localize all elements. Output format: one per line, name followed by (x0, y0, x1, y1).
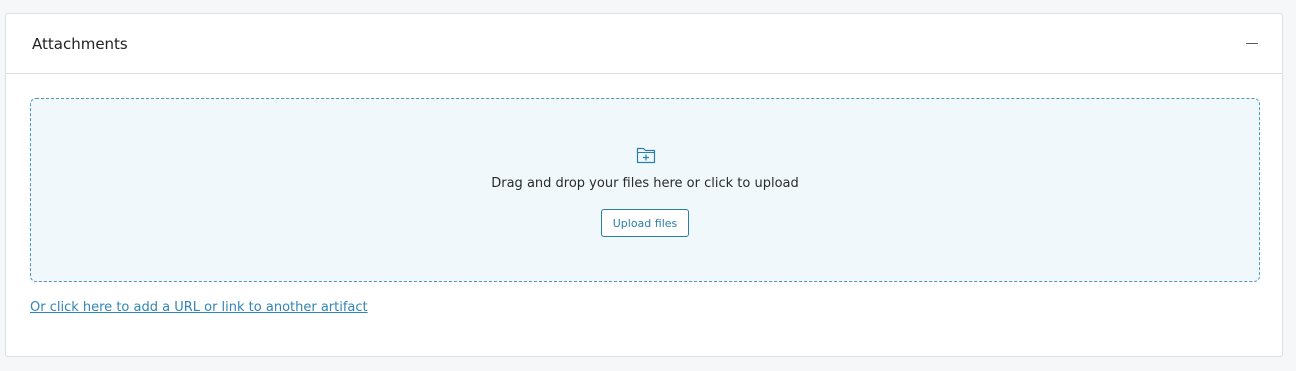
add-url-link[interactable]: Or click here to add a URL or link to an… (30, 300, 368, 315)
file-dropzone[interactable]: Drag and drop your files here or click t… (30, 98, 1260, 282)
attachments-panel: Attachments Drag and drop your files her… (5, 13, 1283, 357)
panel-title: Attachments (32, 34, 128, 53)
folder-plus-icon (635, 145, 657, 165)
minus-icon (1246, 43, 1258, 44)
panel-header: Attachments (6, 14, 1282, 74)
upload-files-button[interactable]: Upload files (601, 209, 689, 237)
collapse-button[interactable] (1240, 32, 1264, 56)
dropzone-instruction: Drag and drop your files here or click t… (491, 176, 799, 191)
